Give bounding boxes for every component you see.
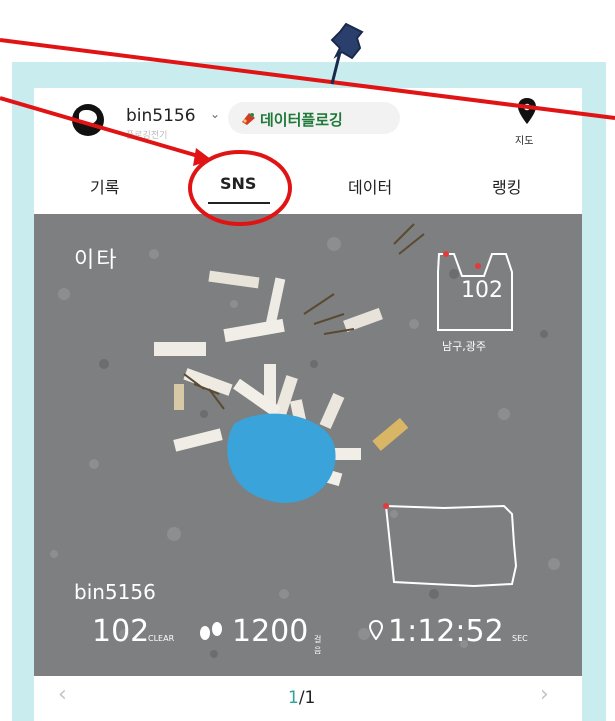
profile-subtitle: 플로깅전기 (126, 131, 168, 141)
photo-tag: 이타 (74, 248, 119, 273)
brand-badge: 데이터플로깅 (228, 102, 400, 134)
trash-unit: CLEAR (148, 634, 175, 643)
tab-sns[interactable]: SNS (220, 174, 256, 193)
chevron-left-icon[interactable]: ‹ (58, 682, 67, 707)
elapsed-time: 1:12:52 (388, 614, 504, 649)
trash-count: 102 (92, 614, 150, 649)
steps-count: 1200 (232, 614, 309, 649)
plogging-logo-icon (242, 113, 255, 125)
active-tab-indicator (208, 202, 270, 204)
chevron-right-icon[interactable]: › (540, 682, 549, 707)
username[interactable]: bin5156 (126, 106, 196, 126)
brand-title: 데이터플로깅 (260, 111, 343, 129)
app-header: bin5156 ⌄ 플로깅전기 데이터플로깅 지도 (34, 88, 582, 150)
location-icon (368, 620, 384, 640)
post-username: bin5156 (74, 580, 156, 604)
tab-records[interactable]: 기록 (90, 174, 119, 198)
tab-bar: 기록 SNS 데이터 랭킹 (34, 160, 582, 214)
footprints-icon (200, 622, 222, 640)
chevron-down-icon[interactable]: ⌄ (210, 107, 220, 121)
tab-data[interactable]: 데이터 (348, 174, 392, 198)
bag-count: 102 (461, 278, 503, 303)
post-pager: ‹ 1/1 › (34, 678, 582, 721)
page-current: 1 (288, 688, 299, 708)
tab-ranking[interactable]: 랭킹 (492, 174, 521, 198)
post-photo[interactable]: 이타 102 남구,광주 bin5156 102 CLEAR 1200 걸음 1… (34, 214, 582, 676)
map-label: 지도 (515, 136, 534, 147)
map-button[interactable]: 지도 (510, 98, 544, 148)
page-indicator: 1/1 (288, 688, 315, 708)
steps-unit: 걸음 (314, 635, 322, 655)
app-screen: bin5156 ⌄ 플로깅전기 데이터플로깅 지도 기록 SNS 데이터 랭킹 (34, 88, 582, 721)
time-unit: SEC (512, 634, 528, 643)
avatar[interactable] (72, 104, 104, 136)
map-pin-icon (518, 98, 536, 124)
area-label: 남구,광주 (442, 340, 486, 353)
page-total: /1 (298, 688, 316, 708)
